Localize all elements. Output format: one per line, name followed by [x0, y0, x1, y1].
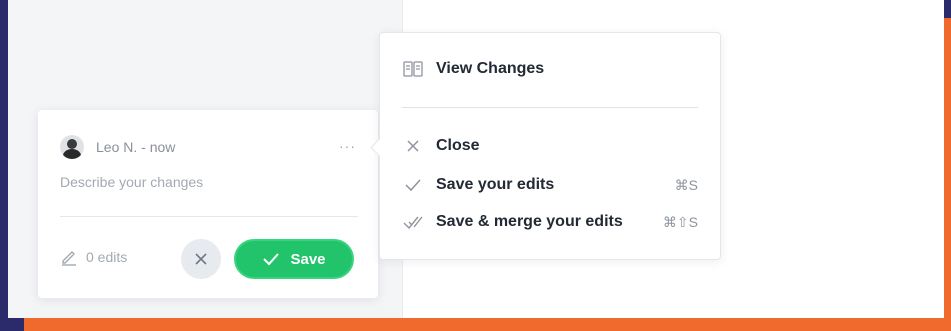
check-icon — [402, 178, 424, 192]
save-button-label: Save — [290, 250, 326, 268]
close-icon — [195, 253, 207, 265]
save-merge-label: Save & merge your edits — [436, 213, 623, 230]
close-icon — [402, 138, 424, 154]
edits-count: 0 edits — [60, 248, 127, 266]
edits-count-label: 0 edits — [86, 249, 128, 265]
menu-item-save-edits[interactable]: Save your edits ⌘S — [402, 171, 698, 199]
canvas: Leo N. - now ··· Describe your changes 0… — [8, 0, 944, 318]
more-options-icon[interactable]: ··· — [339, 138, 356, 154]
comment-card: Leo N. - now ··· Describe your changes 0… — [38, 110, 378, 298]
close-label: Close — [436, 137, 480, 154]
check-icon — [263, 253, 280, 266]
menu-item-view-changes[interactable]: View Changes — [402, 55, 698, 83]
menu-item-close[interactable]: Close — [402, 132, 698, 160]
description-input[interactable]: Describe your changes — [60, 174, 203, 190]
save-button[interactable]: Save — [234, 239, 354, 279]
save-edits-shortcut: ⌘S — [674, 176, 698, 193]
cancel-button[interactable] — [181, 239, 221, 279]
double-check-icon — [402, 214, 424, 230]
save-edits-label: Save your edits — [436, 176, 555, 193]
view-changes-label: View Changes — [436, 60, 545, 77]
author-label: Leo N. - now — [96, 139, 176, 155]
avatar — [60, 135, 84, 159]
actions-menu: View Changes Close Save your edits ⌘S Sa… — [370, 32, 721, 260]
menu-divider — [402, 107, 698, 108]
book-icon — [402, 59, 424, 79]
card-divider — [60, 216, 358, 217]
pencil-icon — [62, 251, 76, 266]
comment-header: Leo N. - now — [60, 134, 175, 160]
menu-item-save-merge[interactable]: Save & merge your edits ⌘⇧S — [402, 208, 698, 236]
save-merge-shortcut: ⌘⇧S — [662, 213, 698, 230]
